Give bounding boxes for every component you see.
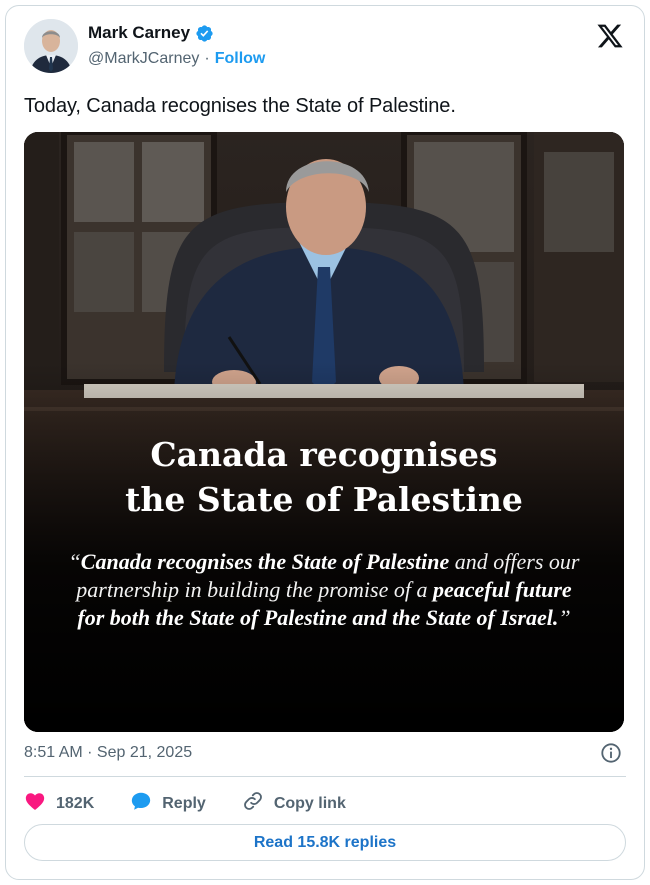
author-name-row: Mark Carney <box>88 23 214 43</box>
heart-icon <box>24 790 46 817</box>
like-button[interactable]: 182K <box>24 790 94 817</box>
media-headline: Canada recognises the State of Palestine <box>24 432 624 522</box>
quote-close: ” <box>558 605 571 630</box>
author-handle[interactable]: @MarkJCarney <box>88 50 199 68</box>
author-name[interactable]: Mark Carney <box>88 23 190 43</box>
follow-button[interactable]: Follow <box>215 50 266 68</box>
tweet-card: Mark Carney @MarkJCarney · Follow Today,… <box>5 5 645 880</box>
reply-label: Reply <box>162 794 206 812</box>
read-replies-button[interactable]: Read 15.8K replies <box>24 824 626 861</box>
action-bar: 182K Reply Copy link <box>24 790 382 817</box>
headline-line-1: Canada recognises <box>150 435 498 474</box>
reply-button[interactable]: Reply <box>130 790 206 817</box>
divider <box>24 776 626 777</box>
tweet-media-image[interactable]: Canada recognises the State of Palestine… <box>24 132 624 732</box>
like-count: 182K <box>56 794 95 812</box>
avatar[interactable] <box>24 19 78 73</box>
info-icon[interactable] <box>600 742 622 764</box>
reply-bubble-icon <box>130 790 152 817</box>
copy-link-button[interactable]: Copy link <box>242 790 346 817</box>
headline-line-2: the State of Palestine <box>125 480 523 519</box>
link-icon <box>242 790 264 817</box>
tweet-text: Today, Canada recognises the State of Pa… <box>24 95 456 117</box>
separator: · <box>204 50 210 67</box>
quote-open: “ <box>68 549 81 574</box>
timestamp[interactable]: 8:51 AM · Sep 21, 2025 <box>24 744 192 762</box>
media-quote: “Canada recognises the State of Palestin… <box>64 548 584 632</box>
x-logo-icon[interactable] <box>596 22 624 50</box>
verified-badge-icon <box>195 24 214 43</box>
copy-link-label: Copy link <box>273 794 346 812</box>
handle-row: @MarkJCarney · Follow <box>88 50 265 68</box>
quote-bold-1: Canada recognises the State of Palestine <box>80 549 450 574</box>
